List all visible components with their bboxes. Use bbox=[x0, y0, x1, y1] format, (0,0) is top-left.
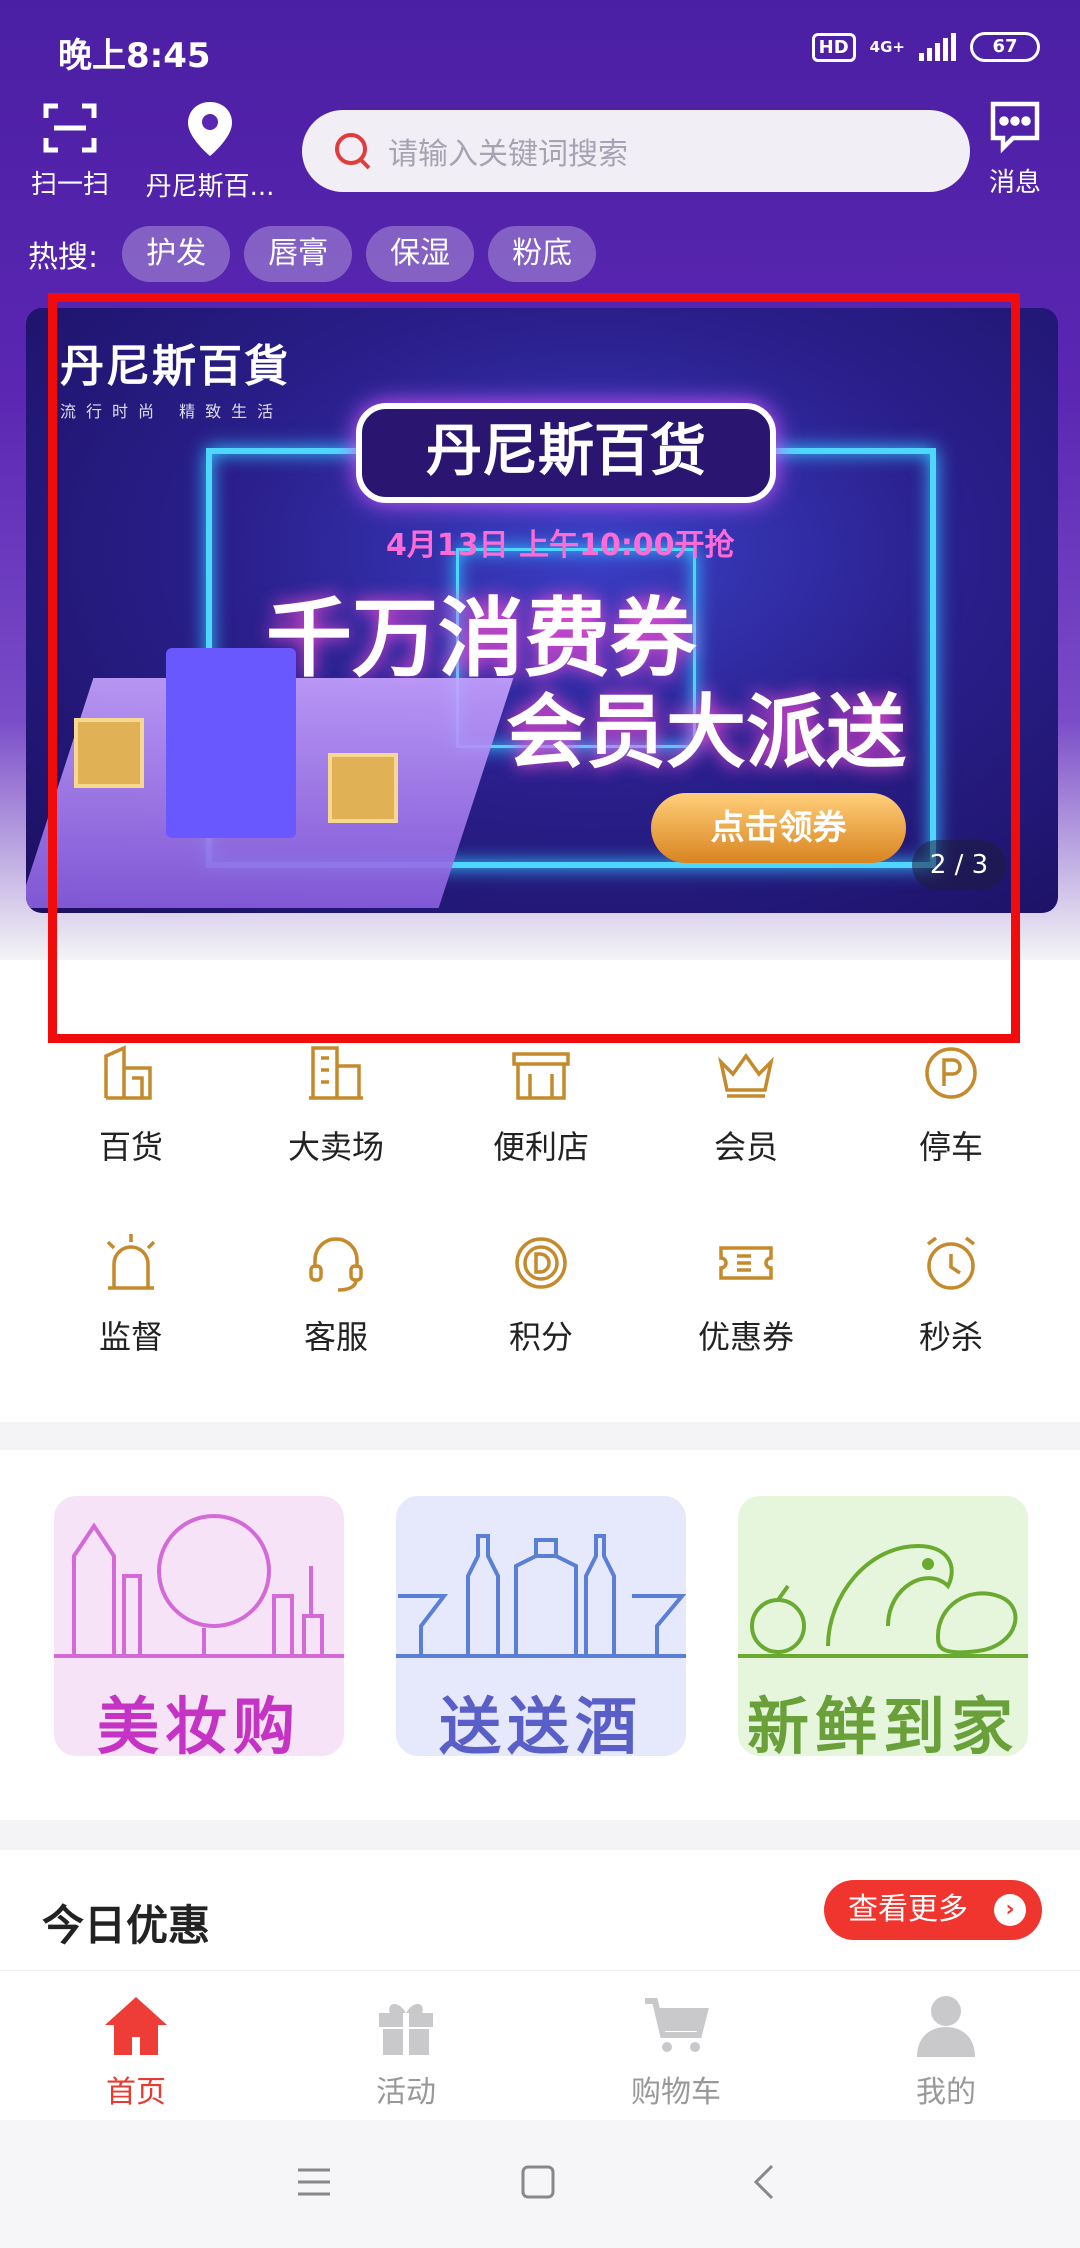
convenience-store-icon bbox=[512, 1052, 570, 1100]
signal-icon bbox=[919, 33, 956, 61]
status-bar: 晚上8:45 HD 4G+ 67 bbox=[58, 22, 1040, 78]
alarm-light-icon bbox=[106, 1234, 156, 1290]
user-icon bbox=[917, 1996, 975, 2057]
bottom-tab-bar: 首页 活动 购物车 我的 bbox=[0, 1970, 1080, 2120]
location-label: 丹尼斯百... bbox=[145, 172, 275, 202]
home-square-icon[interactable] bbox=[520, 2164, 556, 2200]
scan-label: 扫一扫 bbox=[30, 170, 109, 200]
category-coupon[interactable]: 优惠券 bbox=[643, 1228, 849, 1358]
cart-icon bbox=[645, 1998, 709, 2052]
promo-card-beauty[interactable]: 美妆购 bbox=[54, 1496, 344, 1756]
makeup-illustration bbox=[54, 1514, 344, 1658]
coupon-icon bbox=[719, 1246, 773, 1280]
category-supervision[interactable]: 监督 bbox=[28, 1228, 234, 1358]
tab-activity[interactable]: 活动 bbox=[306, 1993, 506, 2111]
location-pin-icon bbox=[188, 102, 232, 156]
category-points[interactable]: 积分 bbox=[438, 1228, 644, 1358]
category-department-store[interactable]: 百货 bbox=[28, 1038, 234, 1168]
promo-label: 美妆购 bbox=[96, 1690, 301, 1756]
hot-search-chip[interactable]: 护发 bbox=[122, 226, 231, 282]
location-button[interactable]: 丹尼斯百... bbox=[140, 100, 280, 203]
parking-icon bbox=[925, 1047, 977, 1099]
liquor-illustration bbox=[396, 1534, 686, 1658]
home-icon bbox=[105, 1997, 167, 2055]
alarm-clock-icon bbox=[926, 1236, 976, 1290]
scan-icon bbox=[43, 103, 97, 153]
hot-search-chip[interactable]: 唇膏 bbox=[244, 226, 353, 282]
tab-home[interactable]: 首页 bbox=[36, 1993, 236, 2111]
crown-icon bbox=[718, 1053, 774, 1098]
message-icon bbox=[990, 101, 1040, 154]
battery-icon: 67 bbox=[970, 32, 1040, 62]
hd-badge: HD bbox=[811, 32, 856, 62]
menu-icon[interactable] bbox=[296, 2164, 332, 2200]
headset-icon bbox=[309, 1237, 363, 1292]
highlight-box bbox=[48, 293, 1020, 1043]
search-input[interactable]: 请输入关键词搜索 bbox=[302, 110, 970, 192]
search-placeholder: 请输入关键词搜索 bbox=[388, 137, 628, 172]
network-type: 4G+ bbox=[869, 37, 905, 56]
category-parking[interactable]: 停车 bbox=[848, 1038, 1054, 1168]
hot-search-chip[interactable]: 保湿 bbox=[366, 226, 475, 282]
promo-label: 新鲜到家 bbox=[746, 1690, 1019, 1756]
today-deals-title: 今日优惠 bbox=[42, 1901, 211, 1950]
category-convenience-store[interactable]: 便利店 bbox=[438, 1038, 644, 1168]
chevron-right-icon: › bbox=[994, 1894, 1026, 1926]
fresh-food-illustration bbox=[738, 1543, 1028, 1658]
view-more-button[interactable]: 查看更多 › bbox=[824, 1880, 1042, 1940]
department-store-icon bbox=[104, 1045, 152, 1100]
promo-label: 送送酒 bbox=[438, 1690, 643, 1756]
gift-icon bbox=[379, 2003, 433, 2055]
featured-promos: 美妆购 送送酒 新鲜到家 bbox=[0, 1450, 1080, 1820]
points-coin-icon bbox=[515, 1237, 567, 1289]
status-time: 晚上8:45 bbox=[58, 36, 211, 76]
category-flash-sale[interactable]: 秒杀 bbox=[848, 1228, 1054, 1358]
back-icon[interactable] bbox=[752, 2164, 776, 2200]
category-customer-service[interactable]: 客服 bbox=[233, 1228, 439, 1358]
message-label: 消息 bbox=[988, 168, 1041, 198]
hypermarket-icon bbox=[309, 1046, 363, 1100]
hot-search-row: 热搜: 护发 唇膏 保湿 粉底 bbox=[28, 226, 597, 282]
hot-search-chip[interactable]: 粉底 bbox=[488, 226, 597, 282]
scan-button[interactable]: 扫一扫 bbox=[30, 100, 110, 201]
top-bar: 扫一扫 丹尼斯百... 请输入关键词搜索 消息 bbox=[0, 100, 1080, 210]
category-hypermarket[interactable]: 大卖场 bbox=[233, 1038, 439, 1168]
category-member[interactable]: 会员 bbox=[643, 1038, 849, 1168]
tab-profile[interactable]: 我的 bbox=[846, 1993, 1046, 2111]
message-button[interactable]: 消息 bbox=[970, 100, 1060, 199]
tab-cart[interactable]: 购物车 bbox=[576, 1993, 776, 2111]
promo-card-liquor[interactable]: 送送酒 bbox=[396, 1496, 686, 1756]
promo-card-fresh[interactable]: 新鲜到家 bbox=[738, 1496, 1028, 1756]
today-deals-header: 今日优惠 查看更多 › bbox=[0, 1850, 1080, 1970]
system-navigation-bar bbox=[0, 2120, 1080, 2248]
search-icon bbox=[335, 133, 371, 170]
hot-search-label: 热搜: bbox=[28, 240, 99, 275]
